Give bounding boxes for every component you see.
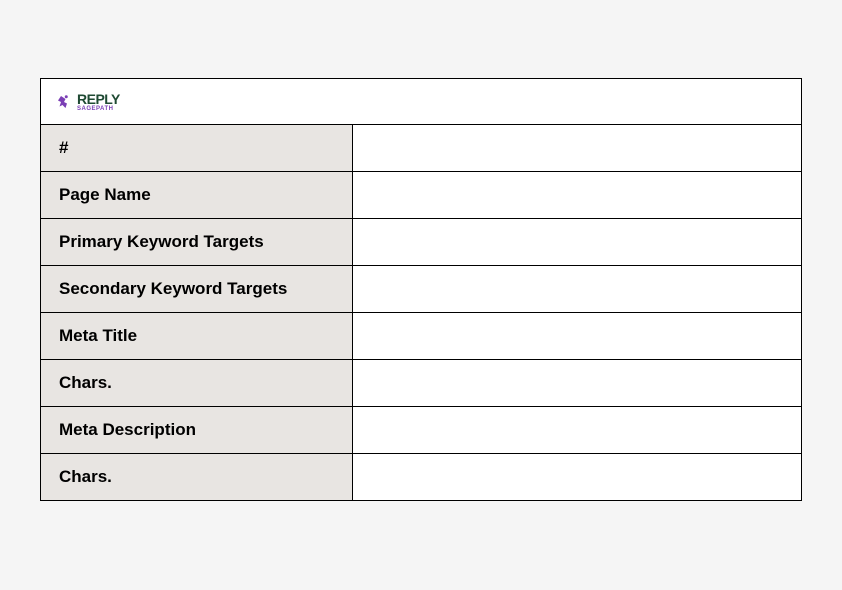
row-label-secondary-keywords: Secondary Keyword Targets	[41, 266, 353, 312]
table-row: Chars.	[41, 360, 801, 407]
reply-logo-icon	[55, 93, 73, 111]
logo-text: REPLY SAGEPATH	[77, 92, 120, 112]
seo-table: REPLY SAGEPATH # Page Name Primary Keywo…	[40, 78, 802, 501]
row-value-meta-title	[353, 313, 801, 359]
row-value-meta-description	[353, 407, 801, 453]
row-label-title-chars: Chars.	[41, 360, 353, 406]
table-row: #	[41, 125, 801, 172]
row-label-description-chars: Chars.	[41, 454, 353, 500]
table-row: Secondary Keyword Targets	[41, 266, 801, 313]
table-row: Primary Keyword Targets	[41, 219, 801, 266]
logo-main-text: REPLY	[77, 92, 120, 106]
row-label-meta-title: Meta Title	[41, 313, 353, 359]
row-label-page-name: Page Name	[41, 172, 353, 218]
logo-sub-text: SAGEPATH	[77, 106, 120, 112]
row-value-title-chars	[353, 360, 801, 406]
table-row: Meta Description	[41, 407, 801, 454]
row-value-description-chars	[353, 454, 801, 500]
row-value-secondary-keywords	[353, 266, 801, 312]
table-row: Page Name	[41, 172, 801, 219]
row-label-number: #	[41, 125, 353, 171]
table-row: Meta Title	[41, 313, 801, 360]
table-header: REPLY SAGEPATH	[41, 79, 801, 125]
row-label-meta-description: Meta Description	[41, 407, 353, 453]
row-value-primary-keywords	[353, 219, 801, 265]
table-row: Chars.	[41, 454, 801, 500]
row-label-primary-keywords: Primary Keyword Targets	[41, 219, 353, 265]
logo: REPLY SAGEPATH	[55, 92, 120, 112]
row-value-number	[353, 125, 801, 171]
row-value-page-name	[353, 172, 801, 218]
